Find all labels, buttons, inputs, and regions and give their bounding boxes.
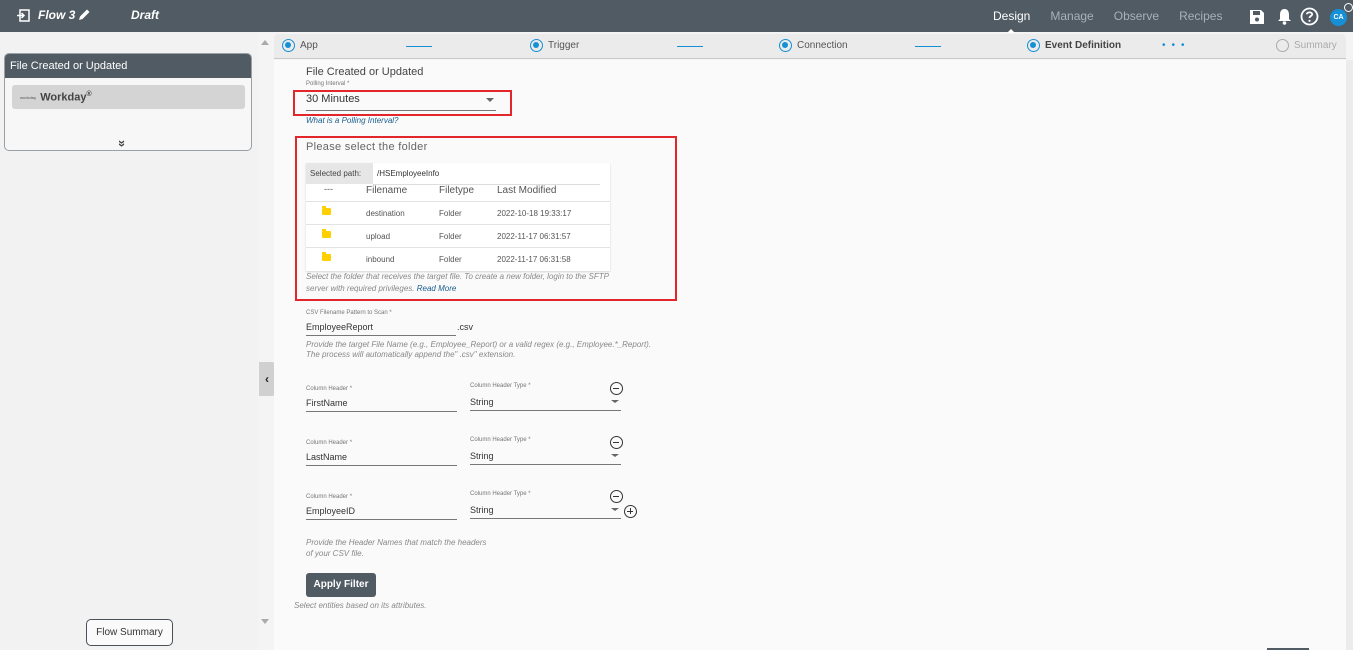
columns-help-line1: Provide the Header Names that match the … — [306, 538, 487, 547]
polling-interval-help-link[interactable]: What is a Polling Interval? — [306, 116, 399, 125]
csv-pattern-input[interactable]: EmployeeReport — [306, 322, 373, 332]
step-trigger[interactable]: Trigger — [530, 39, 579, 52]
flow-summary-button[interactable]: Flow Summary — [86, 619, 173, 646]
app-name: Workday — [40, 91, 87, 104]
step-radio-icon — [282, 39, 295, 52]
flow-status: Draft — [131, 8, 160, 22]
column-header-input[interactable]: LastName — [306, 452, 347, 462]
nav-observe[interactable]: Observe — [1114, 9, 1159, 23]
remove-column-icon[interactable] — [610, 436, 623, 449]
trigger-card-title: File Created or Updated — [5, 54, 251, 78]
selected-path-value: /HSEmployeeInfo — [377, 169, 440, 178]
column-type-select[interactable]: String — [470, 451, 494, 461]
folder-browser: Selected path: /HSEmployeeInfo --- Filen… — [306, 163, 610, 271]
field-underline — [306, 519, 457, 520]
csv-suffix: .csv — [457, 322, 474, 332]
column-type-label: Column Header Type * — [470, 437, 531, 443]
save-icon[interactable] — [1250, 10, 1264, 24]
column-filename[interactable]: Filename — [366, 185, 407, 196]
dropdown-caret-icon[interactable] — [611, 454, 619, 457]
folder-row[interactable]: destination Folder 2022-10-18 19:33:17 — [306, 201, 610, 224]
scroll-down-arrow-icon[interactable] — [261, 619, 269, 624]
form-title: File Created or Updated — [306, 66, 424, 78]
csv-help-line2: The process will automatically append th… — [306, 350, 516, 359]
collapse-sidebar-button[interactable]: ‹ — [259, 362, 275, 396]
folder-help-line1: Select the folder that receives the targ… — [306, 272, 609, 281]
add-column-icon[interactable] — [624, 505, 637, 518]
selected-path-label: Selected path: — [306, 163, 373, 184]
remove-column-icon[interactable] — [610, 490, 623, 503]
csv-pattern-label: CSV Filename Pattern to Scan * — [306, 310, 392, 316]
columns-help-line2: of your CSV file. — [306, 549, 364, 558]
dropdown-caret-icon[interactable] — [611, 400, 619, 403]
csv-underline — [306, 335, 456, 336]
step-radio-icon — [530, 39, 543, 52]
column-type-label: Column Header Type * — [470, 383, 531, 389]
notification-bell-icon[interactable] — [1277, 8, 1292, 25]
column-type-select[interactable]: String — [470, 505, 494, 515]
column-last-modified[interactable]: Last Modified — [497, 185, 556, 196]
flow-sidebar: File Created or Updated workday Workday® … — [0, 32, 258, 650]
avatar-status-ring — [1344, 3, 1353, 12]
apply-filter-button[interactable]: Apply Filter — [306, 573, 376, 597]
progress-stepper: App Trigger Connection Event Definition … — [274, 34, 1346, 59]
column-header-label: Column Header * — [306, 494, 353, 500]
flow-name: Flow 3 — [38, 8, 76, 22]
folder-row[interactable]: upload Folder 2022-11-17 06:31:57 — [306, 224, 610, 247]
step-connector — [406, 46, 432, 47]
column-type-select[interactable]: String — [470, 397, 494, 407]
vertical-scrollbar[interactable] — [1346, 60, 1353, 650]
field-underline — [306, 465, 457, 466]
step-connection[interactable]: Connection — [779, 39, 848, 52]
step-event-definition[interactable]: Event Definition — [1027, 39, 1121, 52]
field-underline — [470, 518, 621, 519]
folder-icon — [322, 229, 331, 238]
step-radio-icon — [1276, 39, 1289, 52]
step-summary[interactable]: Summary — [1276, 39, 1337, 52]
step-connector — [915, 46, 941, 47]
top-bar: Flow 3 Draft Design Manage Observe Recip… — [0, 0, 1353, 33]
folder-icon — [322, 206, 331, 215]
polling-interval-label: Polling Interval * — [306, 81, 350, 87]
nav-manage[interactable]: Manage — [1050, 9, 1093, 23]
expand-chevrons-icon[interactable]: » — [115, 140, 130, 147]
column-select: --- — [324, 184, 333, 194]
folder-help-line2: server with required privileges. Read Mo… — [306, 284, 457, 293]
folder-heading: Please select the folder — [306, 141, 428, 153]
trigger-card[interactable]: File Created or Updated workday Workday® — [4, 53, 252, 151]
step-app[interactable]: App — [282, 39, 318, 52]
column-type-label: Column Header Type * — [470, 491, 531, 497]
workday-logo-icon: workday — [20, 95, 37, 101]
step-connector — [677, 46, 703, 47]
exit-flow-icon[interactable] — [17, 9, 30, 22]
step-dots: ••• — [1162, 40, 1191, 51]
trademark: ® — [86, 91, 92, 98]
column-header-input[interactable]: FirstName — [306, 398, 348, 408]
help-icon[interactable] — [1300, 7, 1319, 26]
column-filetype[interactable]: Filetype — [439, 185, 474, 196]
folder-icon — [322, 252, 331, 261]
user-avatar[interactable]: CA — [1330, 9, 1347, 26]
field-underline — [470, 410, 621, 411]
column-header-label: Column Header * — [306, 386, 353, 392]
scroll-up-arrow-icon[interactable] — [261, 40, 269, 45]
edit-pencil-icon[interactable] — [77, 8, 91, 22]
column-header-input[interactable]: EmployeeID — [306, 506, 355, 516]
field-underline — [470, 464, 621, 465]
field-underline — [306, 411, 457, 412]
read-more-link[interactable]: Read More — [417, 284, 457, 293]
dropdown-caret-icon[interactable] — [611, 508, 619, 511]
app-chip[interactable]: workday Workday® — [12, 85, 245, 109]
highlight-box-polling — [293, 90, 512, 116]
step-radio-icon — [779, 39, 792, 52]
main-nav: Design Manage Observe Recipes — [993, 9, 1242, 33]
nav-recipes[interactable]: Recipes — [1179, 9, 1222, 23]
remove-column-icon[interactable] — [610, 382, 623, 395]
apply-filter-help: Select entities based on its attributes. — [294, 601, 427, 610]
column-header-label: Column Header * — [306, 440, 353, 446]
nav-design[interactable]: Design — [993, 9, 1030, 33]
folder-row[interactable]: inbound Folder 2022-11-17 06:31:58 — [306, 247, 610, 270]
step-radio-icon — [1027, 39, 1040, 52]
